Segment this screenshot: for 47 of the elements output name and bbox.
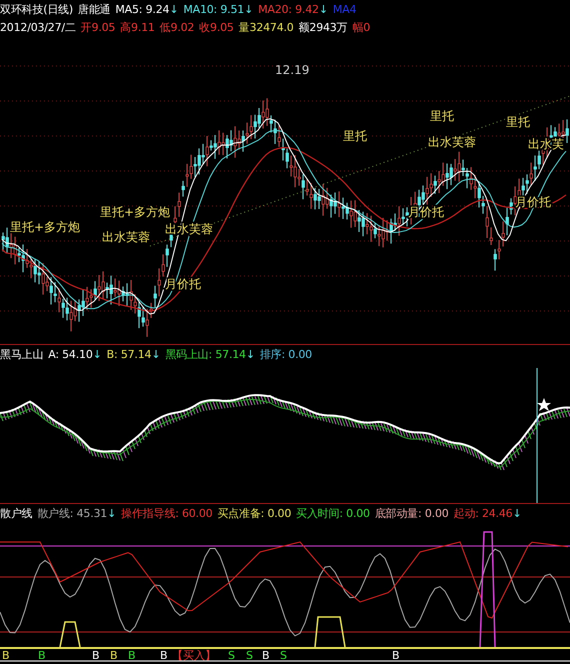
signal-marker: B	[92, 649, 100, 662]
indicator-label: 散户线	[0, 506, 32, 520]
signal-marker: B	[110, 649, 118, 662]
signal-annotation: 出水芙蓉	[102, 230, 150, 244]
quote-label: MA10: 9.51↓	[183, 2, 254, 16]
indicator-label: 底部动量: 0.00	[374, 506, 449, 520]
signal-annotation: 里托	[430, 109, 454, 123]
indicator-label: 黑码上山: 57.14↓	[165, 346, 255, 362]
signal-marker: S	[280, 649, 287, 662]
indicator-label: 起动: 24.46↓	[454, 506, 522, 520]
quote-label: 低9.02	[160, 20, 194, 34]
signal-marker: B	[128, 649, 136, 662]
signal-marker: B	[160, 649, 168, 662]
quote-label: 量32474.0	[238, 20, 294, 34]
quote-label: MA20: 9.42↓	[258, 2, 328, 16]
star-icon	[537, 398, 551, 411]
signal-marker: B	[2, 649, 10, 662]
indicator-label: 黑马上山	[0, 346, 44, 362]
signal-marker: 【买入】	[172, 649, 216, 662]
indicator-label: B: 57.14↓	[106, 348, 160, 360]
quote-label: 额2943万	[298, 20, 348, 34]
indicator-label: 买入时间: 0.00	[296, 506, 370, 520]
high-price-label: 12.19	[275, 63, 310, 77]
quote-label: 2012/03/27/二	[0, 20, 76, 34]
quote-label: MA4	[332, 2, 356, 16]
indicator-label: 买点准备: 0.00	[217, 506, 292, 520]
signal-marker: S	[246, 649, 253, 662]
indicator-label: A: 54.10↓	[48, 348, 102, 360]
indicator-label: 排序: 0.00	[260, 346, 312, 362]
quote-label: MA5: 9.24↓	[115, 2, 178, 16]
indicator-label: 散户线: 45.31↓	[37, 506, 116, 520]
signal-annotation: 里托+多方炮	[10, 220, 80, 234]
signal-annotation: 里托	[506, 115, 530, 129]
quote-label: 幅0	[352, 20, 370, 34]
signal-marker: B	[262, 649, 270, 662]
signal-annotation: 里托	[343, 129, 367, 143]
quote-label: 唐能通	[78, 2, 110, 16]
quote-label: 收9.05	[199, 20, 234, 34]
indicator-label: 操作指导线: 60.00	[121, 506, 212, 520]
signal-marker: S	[228, 649, 235, 662]
signal-annotation: 出水芙蓉	[428, 135, 476, 149]
signal-annotation: 里托+多方炮	[100, 205, 170, 219]
quote-label: 双环科技(日线)	[0, 2, 73, 16]
quote-label: 开9.05	[80, 20, 116, 34]
signal-marker: B	[38, 649, 46, 662]
quote-label: 高9.11	[120, 20, 155, 34]
signal-marker: B	[392, 649, 400, 662]
